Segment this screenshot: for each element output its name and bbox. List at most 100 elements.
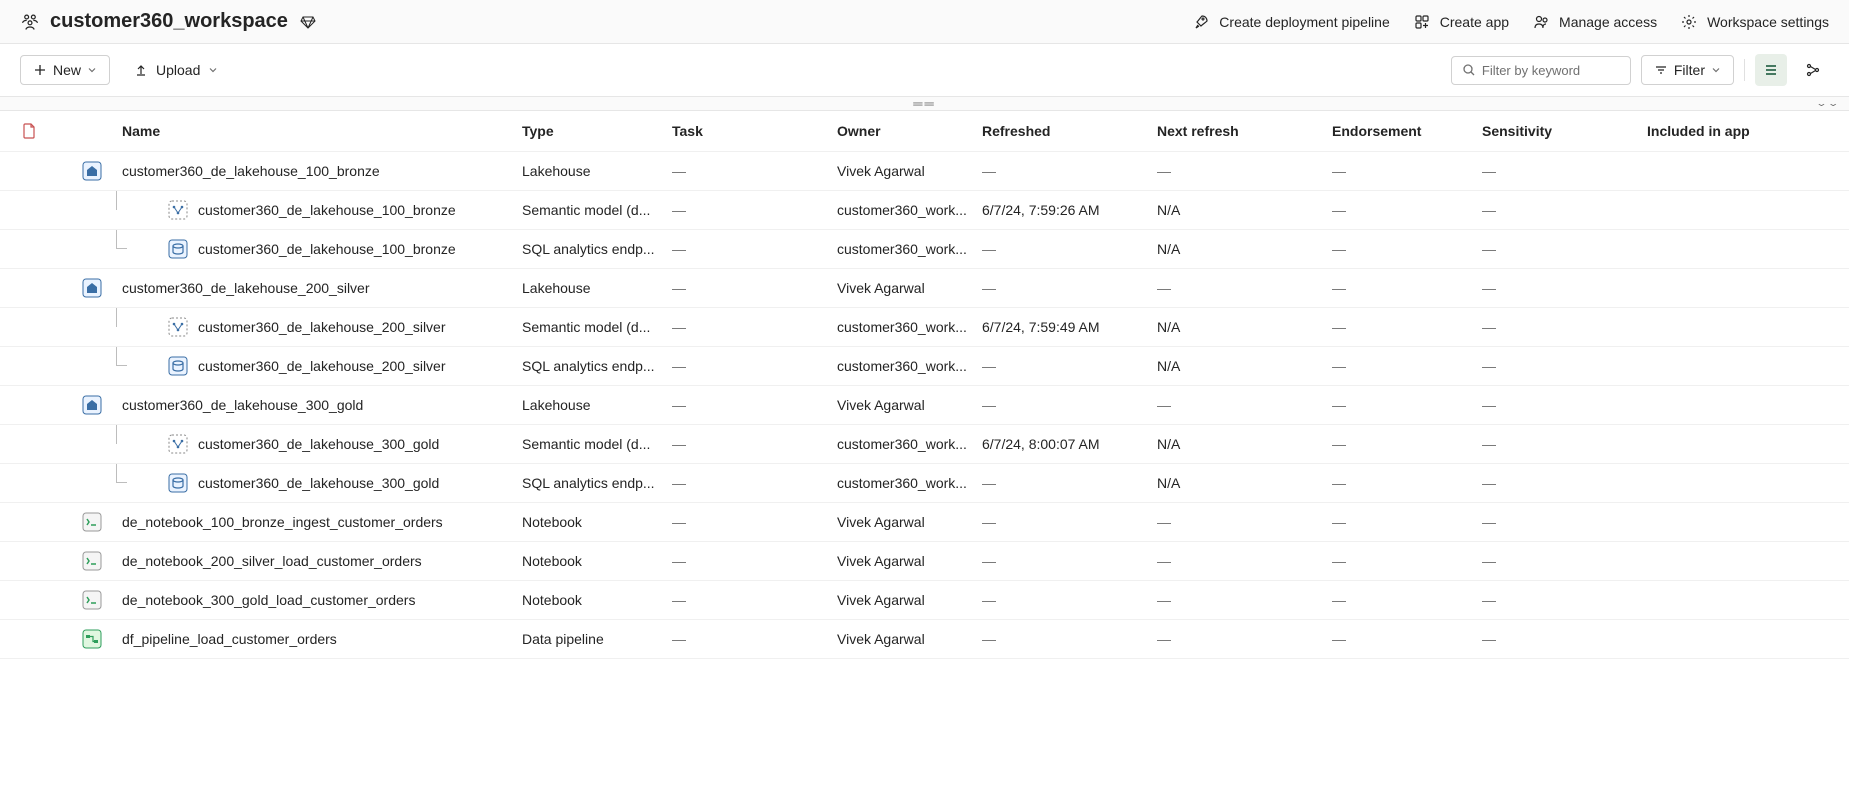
col-type[interactable]: Type xyxy=(522,123,672,139)
cell-endorsement: — xyxy=(1332,436,1482,452)
item-name[interactable]: customer360_de_lakehouse_100_bronze xyxy=(122,163,380,179)
cell-nextRefresh: — xyxy=(1157,397,1332,413)
cell-nextRefresh: N/A xyxy=(1157,241,1332,257)
lineage-view-button[interactable] xyxy=(1797,54,1829,86)
table-row[interactable]: df_pipeline_load_customer_ordersData pip… xyxy=(0,620,1849,659)
cell-task: — xyxy=(672,514,837,530)
item-name[interactable]: customer360_de_lakehouse_100_bronze xyxy=(198,202,456,218)
cell-owner: Vivek Agarwal xyxy=(837,631,982,647)
cell-type: Lakehouse xyxy=(522,280,672,296)
table-row[interactable]: customer360_de_lakehouse_200_silver Seman… xyxy=(0,308,1849,347)
col-endorsement[interactable]: Endorsement xyxy=(1332,123,1482,139)
cell-task: — xyxy=(672,241,837,257)
col-name[interactable]: Name xyxy=(122,123,522,139)
workspace-settings-label: Workspace settings xyxy=(1707,14,1829,30)
chevron-down-icon xyxy=(1711,65,1721,75)
table-row[interactable]: customer360_de_lakehouse_100_bronzeSQL a… xyxy=(0,230,1849,269)
lineage-icon xyxy=(1805,62,1821,78)
filter-icon xyxy=(1654,63,1668,77)
table-row[interactable]: customer360_de_lakehouse_300_goldSemanti… xyxy=(0,425,1849,464)
cell-type: Notebook xyxy=(522,514,672,530)
create-deployment-pipeline-button[interactable]: Create deployment pipeline xyxy=(1191,12,1389,32)
cell-task: — xyxy=(672,358,837,374)
table-row[interactable]: de_notebook_200_silver_load_customer_ord… xyxy=(0,542,1849,581)
list-view-button[interactable] xyxy=(1755,54,1787,86)
filter-button[interactable]: Filter xyxy=(1641,55,1734,85)
filter-search-box[interactable] xyxy=(1451,56,1631,85)
notebook-icon xyxy=(82,590,102,610)
cell-nextRefresh: — xyxy=(1157,553,1332,569)
col-sensitivity[interactable]: Sensitivity xyxy=(1482,123,1647,139)
cell-endorsement: — xyxy=(1332,358,1482,374)
col-owner[interactable]: Owner xyxy=(837,123,982,139)
cell-endorsement: — xyxy=(1332,514,1482,530)
cell-sensitivity: — xyxy=(1482,475,1647,491)
cell-type: Semantic model (d... xyxy=(522,202,672,218)
table-row[interactable]: de_notebook_100_bronze_ingest_customer_o… xyxy=(0,503,1849,542)
cell-refreshed: — xyxy=(982,475,1157,491)
cell-sensitivity: — xyxy=(1482,202,1647,218)
table-row[interactable]: customer360_de_lakehouse_100_bronze Lakeh… xyxy=(0,152,1849,191)
cell-owner: customer360_work... xyxy=(837,319,982,335)
col-task[interactable]: Task xyxy=(672,123,837,139)
item-name[interactable]: customer360_de_lakehouse_300_gold xyxy=(122,397,363,413)
cell-type: Lakehouse xyxy=(522,397,672,413)
cell-sensitivity: — xyxy=(1482,358,1647,374)
cell-nextRefresh: — xyxy=(1157,280,1332,296)
item-name[interactable]: customer360_de_lakehouse_100_bronze xyxy=(198,241,456,257)
gear-icon xyxy=(1679,12,1699,32)
item-name[interactable]: customer360_de_lakehouse_300_gold xyxy=(198,436,439,452)
cell-type: Lakehouse xyxy=(522,163,672,179)
cell-owner: customer360_work... xyxy=(837,202,982,218)
cell-refreshed: — xyxy=(982,514,1157,530)
chevron-down-icon xyxy=(208,65,218,75)
app-grid-icon xyxy=(1412,12,1432,32)
cell-task: — xyxy=(672,592,837,608)
item-name[interactable]: customer360_de_lakehouse_200_silver xyxy=(198,358,446,374)
upload-label: Upload xyxy=(156,62,200,78)
create-deployment-label: Create deployment pipeline xyxy=(1219,14,1389,30)
col-refreshed[interactable]: Refreshed xyxy=(982,123,1157,139)
chevron-down-icon xyxy=(87,65,97,75)
item-name[interactable]: customer360_de_lakehouse_300_gold xyxy=(198,475,439,491)
cell-owner: customer360_work... xyxy=(837,475,982,491)
cell-type: Semantic model (d... xyxy=(522,319,672,335)
cell-owner: customer360_work... xyxy=(837,358,982,374)
workspace-settings-button[interactable]: Workspace settings xyxy=(1679,12,1829,32)
item-name[interactable]: df_pipeline_load_customer_orders xyxy=(122,631,337,647)
item-name[interactable]: customer360_de_lakehouse_200_silver xyxy=(198,319,446,335)
cell-nextRefresh: N/A xyxy=(1157,358,1332,374)
table-row[interactable]: customer360_de_lakehouse_300_gold Lakehou… xyxy=(0,386,1849,425)
table-row[interactable]: customer360_de_lakehouse_100_bronze Seman… xyxy=(0,191,1849,230)
new-button[interactable]: New xyxy=(20,55,110,85)
cell-nextRefresh: N/A xyxy=(1157,202,1332,218)
item-name[interactable]: de_notebook_300_gold_load_customer_order… xyxy=(122,592,415,608)
cell-nextRefresh: — xyxy=(1157,631,1332,647)
sql-icon xyxy=(168,239,188,259)
table-row[interactable]: de_notebook_300_gold_load_customer_order… xyxy=(0,581,1849,620)
create-app-button[interactable]: Create app xyxy=(1412,12,1509,32)
table-row[interactable]: customer360_de_lakehouse_200_silver SQL a… xyxy=(0,347,1849,386)
filter-input[interactable] xyxy=(1482,63,1620,78)
cell-sensitivity: — xyxy=(1482,163,1647,179)
cell-task: — xyxy=(672,280,837,296)
cell-refreshed: 6/7/24, 7:59:49 AM xyxy=(982,319,1157,335)
table-row[interactable]: customer360_de_lakehouse_300_goldSQL ana… xyxy=(0,464,1849,503)
expand-chevrons-icon[interactable]: ⌄⌄ xyxy=(1816,98,1839,108)
manage-access-label: Manage access xyxy=(1559,14,1657,30)
col-next-refresh[interactable]: Next refresh xyxy=(1157,123,1332,139)
cell-type: SQL analytics endp... xyxy=(522,358,672,374)
col-included-in-app[interactable]: Included in app xyxy=(1647,123,1807,139)
list-icon xyxy=(1763,62,1779,78)
table-row[interactable]: customer360_de_lakehouse_200_silver Lakeh… xyxy=(0,269,1849,308)
item-name[interactable]: customer360_de_lakehouse_200_silver xyxy=(122,280,370,296)
lakehouse-icon xyxy=(82,161,102,181)
item-name[interactable]: de_notebook_200_silver_load_customer_ord… xyxy=(122,553,422,569)
resize-bar[interactable]: ══ ⌄⌄ xyxy=(0,97,1849,111)
pipeline-icon xyxy=(82,629,102,649)
item-name[interactable]: de_notebook_100_bronze_ingest_customer_o… xyxy=(122,514,443,530)
cell-sensitivity: — xyxy=(1482,553,1647,569)
upload-button[interactable]: Upload xyxy=(134,62,218,78)
cell-owner: Vivek Agarwal xyxy=(837,397,982,413)
manage-access-button[interactable]: Manage access xyxy=(1531,12,1657,32)
